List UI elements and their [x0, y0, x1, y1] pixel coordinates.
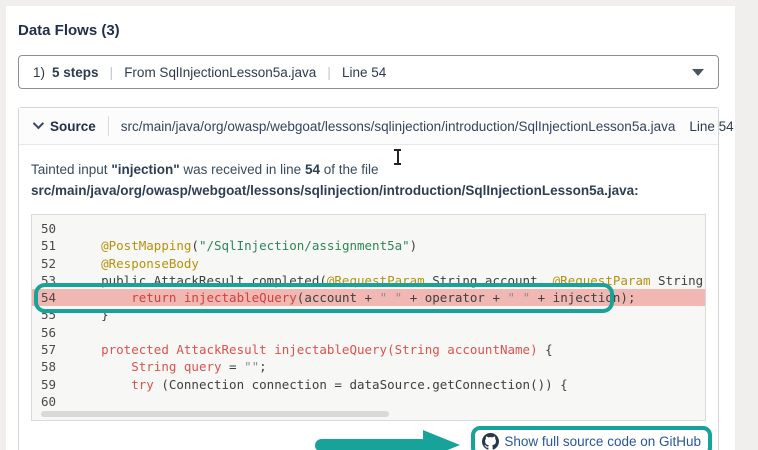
annotation-arrow-shaft — [315, 439, 428, 450]
source-panel-body: Tainted input "injection" was received i… — [19, 145, 718, 450]
code-text — [65, 220, 71, 237]
description-text: was received in line — [180, 162, 305, 177]
code-text: protected AttackResult injectableQuery(S… — [65, 341, 553, 358]
code-line: 56 — [32, 324, 705, 341]
code-line: 57 protected AttackResult injectableQuer… — [32, 341, 705, 358]
code-line: 60 — [32, 393, 705, 410]
data-flow-selector[interactable]: 1) 5 steps | From SqlInjectionLesson5a.j… — [18, 55, 719, 89]
code-text: String query = ""; — [65, 358, 267, 375]
code-snippet: 5051 @PostMapping("/SqlInjection/assignm… — [31, 214, 706, 421]
tainted-variable: "injection" — [111, 162, 179, 177]
page-title: Data Flows (3) — [18, 22, 719, 39]
code-line: 59 try (Connection connection = dataSour… — [32, 376, 705, 393]
code-footer: Show full source code on GitHub — [31, 426, 706, 450]
chevron-down-icon — [33, 117, 44, 128]
line-number: 54 — [32, 289, 65, 306]
line-number: 52 — [32, 255, 65, 272]
code-line: 51 @PostMapping("/SqlInjection/assignmen… — [32, 237, 705, 254]
flow-index: 1) — [33, 65, 45, 80]
code-text: @ResponseBody — [65, 255, 199, 272]
code-text: } — [65, 306, 109, 323]
line-number: 50 — [32, 220, 65, 237]
flow-line: Line 54 — [342, 65, 386, 80]
code-line: 52 @ResponseBody — [32, 255, 705, 272]
annotation-arrow — [315, 430, 460, 450]
flow-from-file: From SqlInjectionLesson5a.java — [124, 65, 316, 80]
annotation-box-github-link: Show full source code on GitHub — [471, 426, 712, 450]
source-file-path: src/main/java/org/owasp/webgoat/lessons/… — [121, 119, 676, 134]
line-number-bold: 54 — [305, 162, 320, 177]
data-flows-panel: Data Flows (3) 1) 5 steps | From SqlInje… — [6, 6, 735, 450]
horizontal-scrollbar[interactable] — [41, 411, 389, 417]
separator: | — [316, 64, 342, 80]
chevron-down-icon — [692, 69, 704, 76]
source-line-label: Line 54 — [689, 119, 733, 134]
code-text: @PostMapping("/SqlInjection/assignment5a… — [65, 237, 417, 254]
show-source-github-link[interactable]: Show full source code on GitHub — [482, 433, 701, 450]
code-line: 55 } — [32, 306, 705, 323]
code-line: 50 — [32, 220, 705, 237]
description-text: Tainted input — [31, 162, 111, 177]
code-text: try (Connection connection = dataSource.… — [65, 376, 568, 393]
code-text — [65, 393, 71, 410]
code-text: return injectableQuery(account + " " + o… — [65, 289, 635, 306]
line-number: 53 — [32, 272, 65, 289]
code-line: 53 public AttackResult completed(@Reques… — [32, 272, 705, 289]
separator: | — [99, 64, 125, 80]
taint-description: Tainted input "injection" was received i… — [31, 159, 706, 201]
source-panel: Source src/main/java/org/owasp/webgoat/l… — [18, 107, 719, 450]
annotation-arrow-head — [423, 430, 460, 450]
file-path-bold: src/main/java/org/owasp/webgoat/lessons/… — [31, 183, 634, 198]
code-line: 58 String query = ""; — [32, 358, 705, 375]
line-number: 55 — [32, 306, 65, 323]
code-lines: 5051 @PostMapping("/SqlInjection/assignm… — [32, 220, 705, 410]
github-octocat-icon — [482, 433, 499, 450]
github-link-label: Show full source code on GitHub — [504, 434, 701, 449]
divider — [108, 116, 109, 136]
code-text — [65, 324, 71, 341]
flow-steps-count: 5 steps — [52, 65, 99, 80]
line-number: 58 — [32, 358, 65, 375]
source-panel-title: Source — [50, 119, 96, 134]
line-number: 56 — [32, 324, 65, 341]
line-number: 57 — [32, 341, 65, 358]
code-line-highlighted: 54 return injectableQuery(account + " " … — [32, 289, 705, 306]
description-text: : — [634, 183, 639, 198]
line-number: 51 — [32, 237, 65, 254]
code-text: public AttackResult completed(@RequestPa… — [65, 272, 706, 289]
description-text: of the file — [320, 162, 379, 177]
source-panel-header[interactable]: Source src/main/java/org/owasp/webgoat/l… — [19, 108, 718, 145]
line-number: 60 — [32, 393, 65, 410]
line-number: 59 — [32, 376, 65, 393]
